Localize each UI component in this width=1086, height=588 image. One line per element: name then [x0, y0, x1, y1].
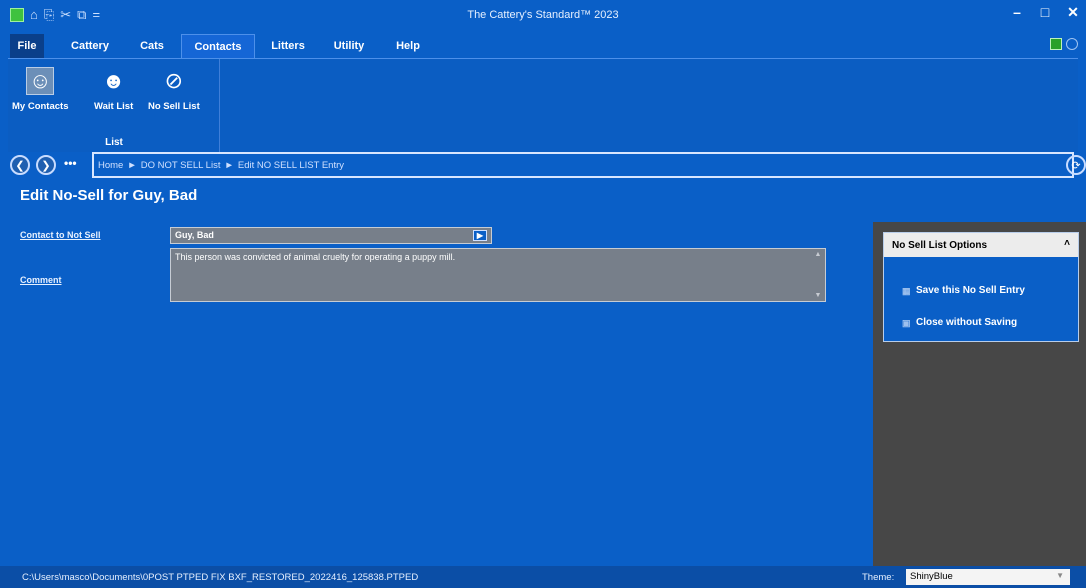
navigation-bar: ❮ ❯ ••• Home ► DO NOT SELL List ► Edit N… — [8, 150, 1086, 180]
more-icon[interactable]: ••• — [64, 156, 77, 170]
file-path: C:\Users\masco\Documents\0POST PTPED FIX… — [22, 572, 419, 583]
ribbon-group-list: ☺ My Contacts ☻ Wait List ⊘ No Sell List… — [8, 59, 220, 153]
tab-file[interactable]: File — [10, 34, 44, 58]
status-bar: C:\Users\masco\Documents\0POST PTPED FIX… — [0, 566, 1086, 588]
close-without-saving-label: Close without Saving — [916, 317, 1018, 328]
tab-contacts[interactable]: Contacts — [181, 34, 255, 58]
side-panel: No Sell List Options ˄ ▦ Save this No Se… — [873, 222, 1086, 566]
contact-label: Contact to Not Sell — [20, 230, 101, 240]
ribbon: ☺ My Contacts ☻ Wait List ⊘ No Sell List… — [8, 58, 1078, 153]
scroll-up-icon[interactable]: ▲ — [815, 251, 822, 258]
breadcrumb: Home ► DO NOT SELL List ► Edit NO SELL L… — [92, 152, 1074, 178]
breadcrumb-separator: ► — [127, 159, 137, 171]
minimize-button[interactable]: – — [1010, 4, 1024, 21]
contact-value: Guy, Bad — [175, 230, 214, 240]
back-button[interactable]: ❮ — [10, 155, 30, 175]
ribbon-group-label: List — [105, 137, 123, 148]
wait-list-icon: ☻ — [102, 68, 126, 93]
wait-list-button[interactable]: ☻ Wait List — [94, 67, 133, 112]
contact-picker-icon[interactable]: ▶ — [473, 230, 487, 241]
wait-list-label: Wait List — [94, 101, 134, 112]
save-entry-button[interactable]: ▦ Save this No Sell Entry — [902, 285, 1025, 296]
menu-right-icons — [1050, 38, 1078, 50]
menu-bar: File Cattery Cats Contacts Litters Utili… — [0, 30, 1086, 58]
tab-litters[interactable]: Litters — [264, 34, 312, 58]
save-icon: ▦ — [902, 285, 911, 296]
my-contacts-button[interactable]: ☺ My Contacts — [12, 67, 68, 112]
options-box: No Sell List Options ˄ ▦ Save this No Se… — [883, 232, 1079, 342]
my-contacts-label: My Contacts — [12, 101, 69, 112]
tab-help[interactable]: Help — [388, 34, 428, 58]
breadcrumb-do-not-sell-list[interactable]: DO NOT SELL List — [141, 160, 221, 171]
forward-arrow-icon: ❯ — [41, 159, 51, 172]
refresh-button[interactable]: ⟳ — [1066, 155, 1086, 175]
comment-value: This person was convicted of animal crue… — [175, 252, 456, 262]
title-bar: ⌂ ⎘ ✂ ⧉ = The Cattery's Standard™ 2023 –… — [0, 0, 1086, 30]
forward-button[interactable]: ❯ — [36, 155, 56, 175]
comment-textarea[interactable]: This person was convicted of animal crue… — [170, 248, 826, 302]
comment-scrollbar[interactable]: ▲ ▼ — [813, 251, 823, 299]
help-icon[interactable] — [1066, 38, 1078, 50]
window-controls: – □ ✕ — [1010, 4, 1080, 21]
no-sell-list-label: No Sell List — [148, 101, 200, 112]
tab-utility[interactable]: Utility — [324, 34, 374, 58]
comment-label: Comment — [20, 275, 62, 285]
collapse-icon[interactable]: ˄ — [1064, 238, 1070, 249]
back-arrow-icon: ❮ — [15, 159, 25, 172]
chevron-down-icon: ▼ — [1056, 571, 1064, 580]
no-sell-list-button[interactable]: ⊘ No Sell List — [148, 67, 200, 112]
theme-label: Theme: — [862, 572, 895, 583]
theme-value: ShinyBlue — [910, 571, 953, 582]
close-button[interactable]: ✕ — [1066, 4, 1080, 21]
contacts-icon: ☺ — [26, 67, 55, 95]
breadcrumb-home[interactable]: Home — [98, 160, 123, 171]
contact-picker[interactable]: Guy, Bad ▶ — [170, 227, 492, 244]
theme-select[interactable]: ShinyBlue ▼ — [906, 569, 1070, 585]
options-title: No Sell List Options — [892, 239, 988, 251]
close-doc-icon: ▣ — [902, 317, 911, 328]
maximize-button[interactable]: □ — [1038, 4, 1052, 21]
tab-cattery[interactable]: Cattery — [62, 34, 118, 58]
window-title: The Cattery's Standard™ 2023 — [467, 9, 619, 21]
page-title: Edit No-Sell for Guy, Bad — [20, 187, 198, 204]
options-header: No Sell List Options ˄ — [884, 233, 1078, 257]
close-without-saving-button[interactable]: ▣ Close without Saving — [902, 317, 1017, 328]
tab-cats[interactable]: Cats — [132, 34, 172, 58]
excel-icon[interactable] — [1050, 38, 1062, 50]
no-sell-list-icon: ⊘ — [164, 68, 184, 93]
refresh-icon: ⟳ — [1071, 159, 1081, 172]
breadcrumb-separator: ► — [224, 159, 234, 171]
scroll-down-icon[interactable]: ▼ — [815, 292, 822, 299]
breadcrumb-edit-entry: Edit NO SELL LIST Entry — [237, 159, 345, 171]
save-entry-label: Save this No Sell Entry — [916, 285, 1025, 296]
